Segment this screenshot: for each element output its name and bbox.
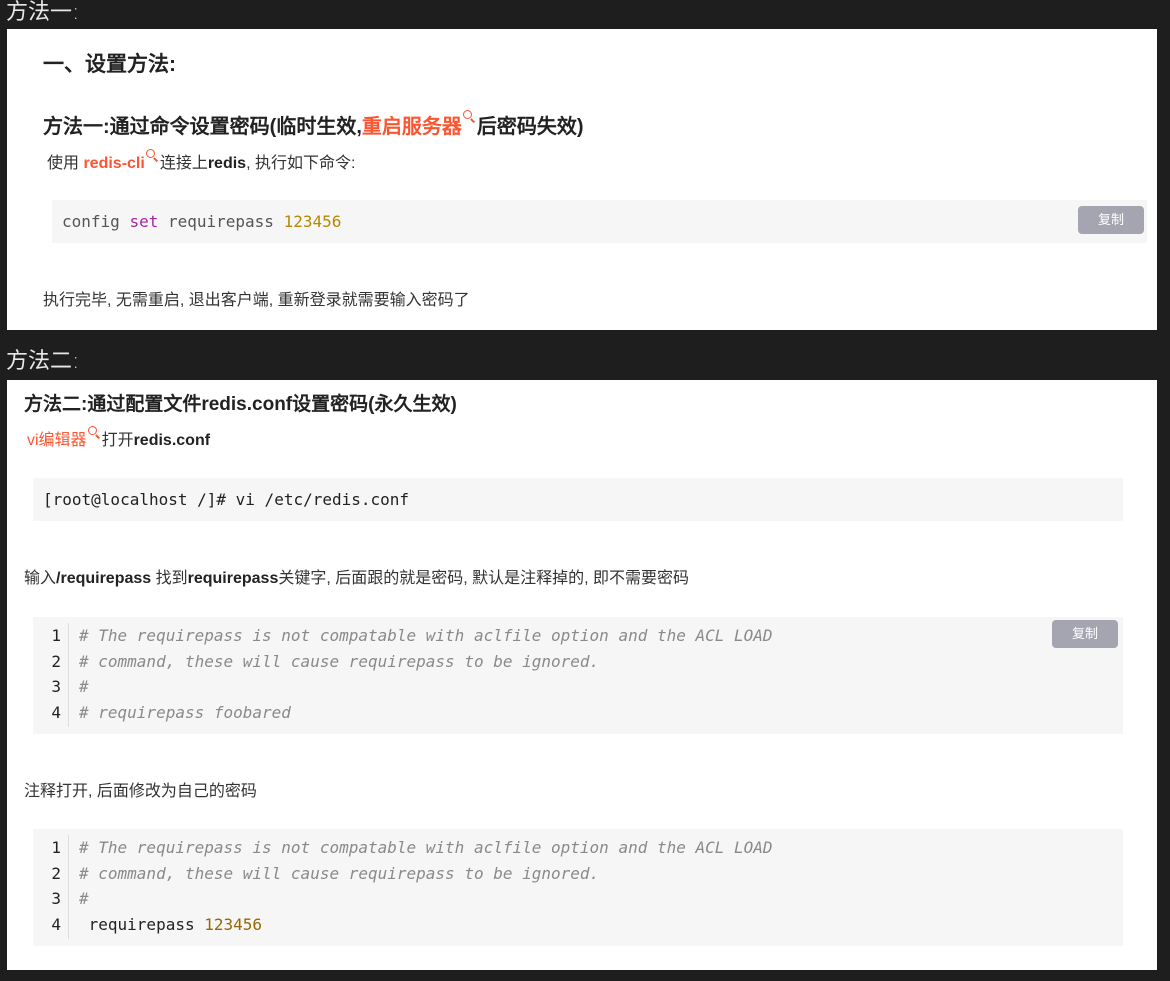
- copy-button[interactable]: 复制: [1078, 206, 1144, 234]
- vi-editor-link[interactable]: vi编辑器: [27, 432, 87, 449]
- gutter-divider: [68, 835, 69, 939]
- code-keyword: set: [129, 212, 159, 231]
- search-icon[interactable]: [145, 149, 158, 161]
- method-1-intro: 使用 redis-cli 连接上redis, 执行如下命令:: [47, 149, 355, 173]
- shell-code-block: [root@localhost /]# vi /etc/redis.conf: [33, 478, 1123, 521]
- requirepass-value: 123456: [204, 915, 263, 934]
- code-comment-line: # command, these will cause requirepass …: [79, 652, 600, 671]
- code-comment-line: # requirepass foobared: [79, 703, 291, 722]
- method-1-heading-pre: 方法一:通过命令设置密码(临时生效,: [43, 116, 362, 138]
- line-number: 2: [51, 652, 61, 671]
- line-number: 1: [51, 626, 61, 645]
- gutter-divider: [68, 623, 69, 727]
- method-2-heading: 方法二:通过配置文件redis.conf设置密码(永久生效): [24, 394, 457, 415]
- line-number: 4: [51, 915, 61, 934]
- intro-text-pre: 使用: [47, 155, 84, 172]
- code-arg: requirepass: [158, 212, 284, 231]
- method-2-screenshot: 方法二:通过配置文件redis.conf设置密码(永久生效) vi编辑器 打开re…: [7, 380, 1157, 970]
- uncomment-instruction-text: 注释打开, 后面修改为自己的密码: [24, 783, 257, 800]
- open-config-line: vi编辑器 打开redis.conf: [27, 426, 210, 450]
- copy-button[interactable]: 复制: [1052, 620, 1118, 648]
- restart-server-link[interactable]: 重启服务器: [362, 116, 462, 138]
- line-number: 3: [51, 889, 61, 908]
- method-1-heading: 方法一:通过命令设置密码(临时生效,重启服务器 后密码失效): [43, 110, 584, 139]
- shell-command: [root@localhost /]# vi /etc/redis.conf: [43, 490, 410, 509]
- method-1-result-text: 执行完毕, 无需重启, 退出客户端, 重新登录就需要输入密码了: [43, 292, 470, 309]
- intro-redis-bold: redis: [207, 155, 247, 172]
- line-number: 4: [51, 703, 61, 722]
- method-1-screenshot: 一、设置方法: 方法一:通过命令设置密码(临时生效,重启服务器 后密码失效) 使用…: [7, 29, 1157, 330]
- search-icon[interactable]: [462, 110, 475, 122]
- code-number: 123456: [283, 212, 342, 231]
- find-text-mid: 找到: [151, 570, 188, 587]
- commented-config-code-block: 1 2 3 4 # The requirepass is not compata…: [33, 617, 1123, 734]
- find-text-pre: 输入: [24, 570, 57, 587]
- requirepass-line: requirepass 123456: [79, 915, 262, 934]
- open-text: 打开: [101, 432, 134, 449]
- section-label-method-1: 方法一:: [6, 0, 80, 25]
- config-set-code-line: config set requirepass 123456: [62, 212, 341, 231]
- line-number: 2: [51, 864, 61, 883]
- code-comment-line: # command, these will cause requirepass …: [79, 864, 600, 883]
- line-number: 3: [51, 677, 61, 696]
- setup-heading: 一、设置方法:: [43, 53, 176, 76]
- code-comment-line: # The requirepass is not compatable with…: [79, 838, 773, 857]
- line-number: 1: [51, 838, 61, 857]
- method-1-heading-post: 后密码失效): [476, 116, 584, 138]
- requirepass-key: requirepass: [79, 915, 205, 934]
- find-bold-keyword: requirepass: [187, 570, 279, 587]
- find-bold-search: /requirepass: [56, 570, 152, 587]
- code-cmd: config: [62, 212, 130, 231]
- intro-text-post: , 执行如下命令:: [246, 155, 356, 172]
- redis-conf-bold: redis.conf: [133, 432, 211, 449]
- find-text-post: 关键字, 后面跟的就是密码, 默认是注释掉的, 即不需要密码: [278, 570, 690, 587]
- intro-text-mid: 连接上: [159, 155, 208, 172]
- code-comment-line: #: [79, 889, 89, 908]
- redis-cli-link[interactable]: redis-cli: [83, 155, 144, 172]
- find-requirepass-text: 输入/requirepass 找到requirepass关键字, 后面跟的就是密…: [24, 564, 689, 588]
- code-comment-line: #: [79, 677, 89, 696]
- config-set-code-block: config set requirepass 123456 复制: [52, 200, 1147, 243]
- section-label-method-2: 方法二:: [6, 349, 80, 374]
- code-comment-line: # The requirepass is not compatable with…: [79, 626, 773, 645]
- uncommented-config-code-block: 1 2 3 4 # The requirepass is not compata…: [33, 829, 1123, 946]
- search-icon[interactable]: [87, 426, 100, 438]
